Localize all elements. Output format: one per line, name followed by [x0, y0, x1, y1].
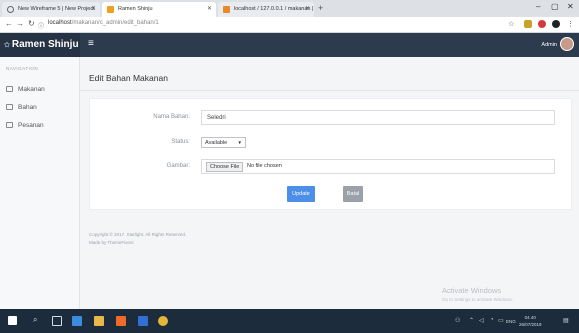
file-explorer-icon[interactable] [94, 316, 104, 326]
caret-down-icon: ▼ [237, 140, 242, 145]
close-icon[interactable]: ✕ [207, 5, 212, 12]
close-window-button[interactable]: ✕ [567, 2, 574, 11]
maximize-button[interactable]: ▢ [551, 2, 559, 11]
close-icon[interactable]: ✕ [305, 5, 310, 12]
chevron-up-icon[interactable]: ⌃ [469, 317, 474, 324]
edit-form-card: Nama Bahan: Seledri Status: Available ▼ … [89, 98, 572, 210]
globe-icon [7, 6, 14, 13]
hamburger-menu-icon[interactable]: ≡ [88, 38, 94, 49]
app-header: ✩ Ramen Shinju ≡ Admin [0, 33, 579, 57]
sidebar-item-label: Bahan [18, 104, 37, 111]
status-value: Available [205, 140, 228, 146]
tab-wireframe[interactable]: New Wireframe 5 | New Project ✕ [2, 2, 100, 17]
divider [80, 90, 579, 91]
clock-time: 04.40 [524, 315, 536, 320]
edge-icon[interactable] [72, 316, 82, 326]
page-favicon-icon [107, 6, 114, 13]
url-path: /makanan/c_admin/edit_bahan/1 [71, 20, 159, 26]
minimize-button[interactable]: – [536, 2, 540, 11]
speaker-icon[interactable]: ◁ [479, 317, 484, 324]
back-arrow-icon[interactable]: ← [5, 19, 13, 28]
tab-label: localhost / 127.0.0.1 / makanan | [234, 6, 314, 12]
taskbar: ⌕ ⚇ ⌃ ◁ ◔ ▭ ENG 04.40 26/07/2019 ▤ [0, 309, 579, 333]
sidebar-heading: NAVIGATION [6, 66, 39, 71]
tab-ramen-shinju[interactable]: Ramen Shinju ✕ [102, 2, 216, 17]
url-host: localhost [48, 20, 72, 26]
tab-label: New Wireframe 5 | New Project [18, 6, 95, 12]
name-label: Nama Bahan: [153, 114, 190, 120]
battery-icon[interactable]: ▭ [498, 317, 504, 324]
folder-icon [6, 86, 13, 92]
forward-arrow-icon[interactable]: → [16, 19, 24, 28]
no-file-text: No file chosen [247, 163, 282, 169]
notification-icon[interactable]: ▤ [563, 317, 569, 324]
made-by-text: Made by ThemeFixers [89, 240, 134, 245]
close-icon[interactable]: ✕ [91, 5, 96, 12]
folder-icon [6, 122, 13, 128]
copyright-text: Copyright © 2017. Starlight. All Rights … [89, 232, 187, 237]
people-icon[interactable]: ⚇ [455, 317, 460, 324]
sidebar-item-pesanan[interactable]: Pesanan [6, 122, 44, 134]
main-content: Edit Bahan Makanan Nama Bahan: Seledri S… [80, 57, 579, 309]
language-indicator[interactable]: ENG [506, 319, 516, 324]
folder-icon [6, 104, 13, 110]
choose-file-button[interactable]: Choose File [206, 162, 244, 172]
watermark-title: Activate Windows [442, 286, 502, 295]
star-icon: ✩ [4, 42, 10, 49]
extension-icon[interactable] [524, 20, 532, 28]
name-input[interactable]: Seledri [201, 110, 555, 125]
task-view-icon[interactable] [52, 316, 62, 326]
menu-kebab-icon[interactable]: ⋮ [567, 20, 574, 28]
network-icon[interactable]: ◔ [490, 317, 494, 323]
extension-icon[interactable] [552, 20, 560, 28]
reload-icon[interactable]: ↻ [28, 19, 35, 28]
activation-watermark: Activate Windows Go to Settings to activ… [442, 286, 513, 302]
app-icon[interactable] [138, 316, 148, 326]
sidebar-item-bahan[interactable]: Bahan [6, 104, 37, 116]
search-icon[interactable]: ⌕ [33, 315, 37, 325]
info-icon[interactable]: ⓘ [38, 21, 44, 30]
sidebar-item-makanan[interactable]: Makanan [6, 86, 45, 98]
page-title: Edit Bahan Makanan [89, 73, 168, 83]
phpmyadmin-icon [223, 6, 230, 13]
tab-label: Ramen Shinju [118, 6, 153, 12]
bookmark-star-icon[interactable]: ☆ [508, 20, 514, 28]
sidebar: NAVIGATION Makanan Bahan Pesanan [0, 57, 80, 309]
cancel-button[interactable]: Batal [343, 186, 363, 202]
extension-icon[interactable] [538, 20, 546, 28]
browser-tab-strip: New Wireframe 5 | New Project ✕ Ramen Sh… [0, 0, 579, 17]
app-icon[interactable] [116, 316, 126, 326]
brand-logo[interactable]: ✩ Ramen Shinju [0, 33, 80, 57]
update-button[interactable]: Update [287, 186, 315, 202]
chrome-icon[interactable] [158, 316, 168, 326]
sidebar-item-label: Pesanan [18, 122, 44, 129]
clock[interactable]: 04.40 26/07/2019 [519, 314, 542, 328]
status-select[interactable]: Available ▼ [201, 137, 246, 148]
status-label: Status: [171, 139, 190, 145]
avatar[interactable] [560, 37, 574, 51]
sidebar-item-label: Makanan [18, 86, 45, 93]
image-label: Gambar: [166, 163, 190, 169]
image-file-input: Choose File No file chosen [201, 159, 555, 174]
user-name[interactable]: Admin [541, 42, 557, 48]
address-bar: ← → ↻ ⓘ localhost/makanan/c_admin/edit_b… [0, 17, 579, 33]
url-field[interactable]: localhost/makanan/c_admin/edit_bahan/1 [48, 20, 159, 26]
new-tab-button[interactable]: + [318, 3, 323, 13]
tab-phpmyadmin[interactable]: localhost / 127.0.0.1 / makanan | ✕ [218, 2, 314, 17]
brand-name: Ramen Shinju [11, 39, 79, 50]
clock-date: 26/07/2019 [519, 322, 542, 327]
windows-start-icon[interactable] [8, 316, 17, 325]
watermark-subtitle: Go to Settings to activate Windows. [442, 297, 514, 302]
